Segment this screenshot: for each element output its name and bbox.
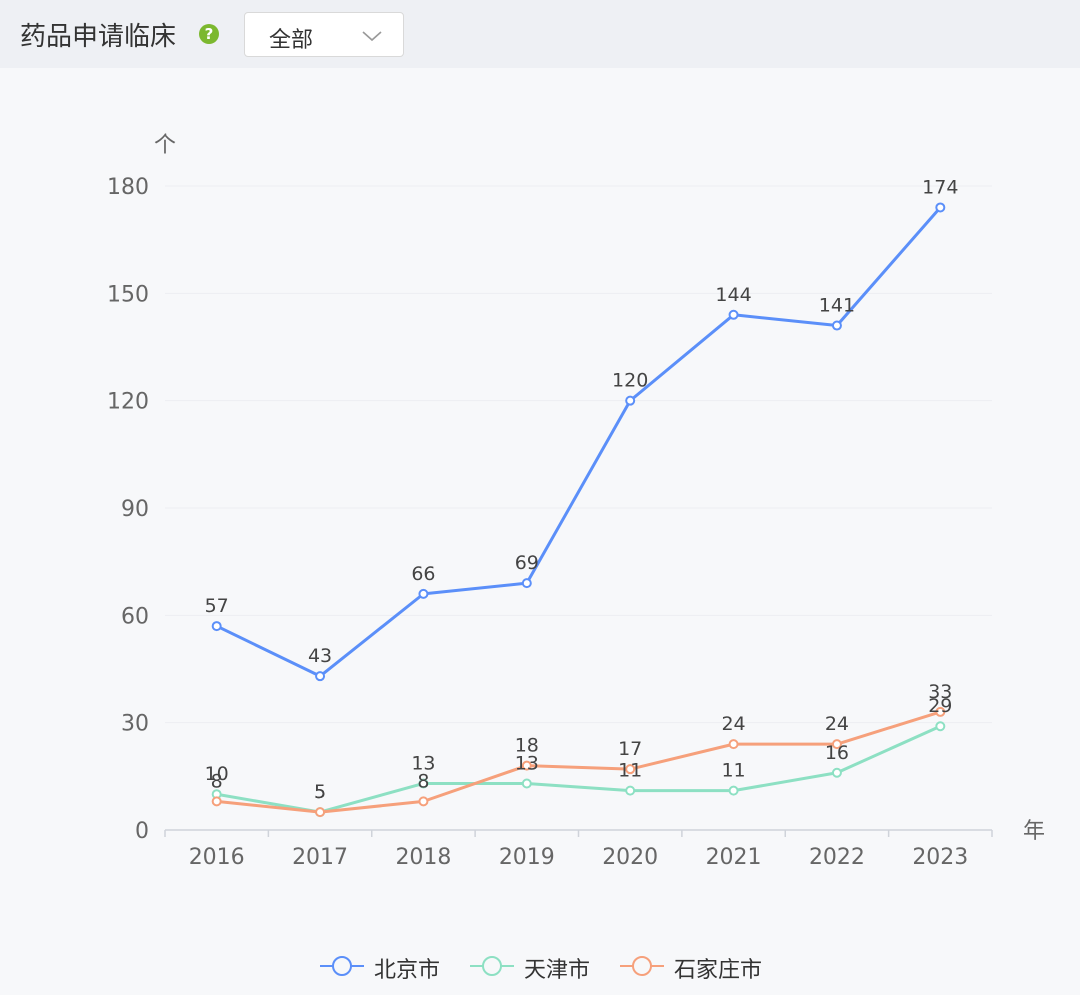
data-point [211, 796, 222, 807]
legend-item[interactable]: 北京市 [318, 950, 440, 984]
data-label: 33 [928, 681, 952, 703]
chevron-down-icon [362, 31, 382, 42]
data-point [315, 807, 326, 818]
data-point [521, 578, 532, 589]
data-point [418, 588, 429, 599]
legend-line-circle-icon [470, 956, 514, 976]
data-point [831, 767, 842, 778]
data-point [728, 309, 739, 320]
x-tick-label: 2018 [395, 845, 451, 870]
series-line-0 [215, 205, 942, 678]
data-label: 24 [721, 713, 745, 735]
chart-area: 0 30 60 90 120 150 180 2016 2017 2018 2019 2020 2021… [0, 68, 1080, 995]
svg-text:?: ? [205, 25, 214, 43]
data-label: 66 [411, 563, 435, 585]
y-tick-label: 30 [121, 712, 149, 737]
y-tick-label: 0 [135, 819, 149, 844]
data-label: 11 [721, 760, 745, 782]
data-label: 120 [612, 370, 648, 392]
data-label: 8 [417, 770, 429, 792]
data-point [625, 395, 636, 406]
y-axis-label: 个 [154, 133, 176, 158]
data-point [625, 785, 636, 796]
data-label: 16 [825, 742, 849, 764]
data-label: 17 [618, 738, 642, 760]
dropdown-selected-value: 全部 [269, 28, 314, 53]
data-point [211, 621, 222, 632]
y-tick-label: 120 [107, 390, 149, 415]
region-filter-dropdown[interactable]: 全部 [244, 12, 404, 57]
data-point [831, 320, 842, 331]
data-label: 141 [819, 295, 855, 317]
data-label: 24 [825, 713, 849, 735]
x-tick-label: 2016 [189, 845, 245, 870]
data-label: 5 [314, 781, 326, 803]
legend-line-circle-icon [620, 956, 664, 976]
data-point [728, 785, 739, 796]
data-point [935, 202, 946, 213]
data-label: 69 [515, 552, 539, 574]
y-tick-label: 60 [121, 604, 149, 629]
x-tick-label: 2017 [292, 845, 348, 870]
line-chart: 0 30 60 90 120 150 180 2016 2017 2018 2019 2020 2021… [107, 133, 1045, 870]
y-tick-label: 180 [107, 175, 149, 200]
legend-item[interactable]: 天津市 [468, 950, 590, 984]
y-tick-label: 150 [107, 282, 149, 307]
x-tick-label: 2021 [706, 845, 762, 870]
x-tick-label: 2022 [809, 845, 865, 870]
data-label: 57 [205, 595, 229, 617]
data-label: 174 [922, 176, 958, 198]
x-tick-label: 2019 [499, 845, 555, 870]
page-header: 药品申请临床 ? 全部 [0, 0, 1080, 68]
chart-legend: 北京市 天津市 石家庄市 [0, 950, 1080, 990]
data-point [728, 739, 739, 750]
legend-label: 北京市 [374, 958, 441, 983]
x-tick-label: 2023 [912, 845, 968, 870]
data-label: 43 [308, 645, 332, 667]
data-point [521, 778, 532, 789]
data-label: 8 [211, 770, 223, 792]
data-label: 18 [515, 735, 539, 757]
data-point [315, 671, 326, 682]
y-tick-label: 90 [121, 497, 149, 522]
x-axis-label: 年 [1023, 819, 1045, 844]
page-title: 药品申请临床 [20, 22, 177, 52]
data-point [418, 796, 429, 807]
legend-label: 天津市 [524, 958, 591, 983]
legend-line-circle-icon [320, 956, 364, 976]
question-circle-icon[interactable]: ? [198, 23, 220, 45]
data-point [935, 721, 946, 732]
data-label: 144 [715, 284, 751, 306]
data-label: 11 [618, 760, 642, 782]
x-tick-label: 2020 [602, 845, 658, 870]
legend-label: 石家庄市 [674, 958, 763, 983]
legend-item[interactable]: 石家庄市 [618, 950, 762, 984]
